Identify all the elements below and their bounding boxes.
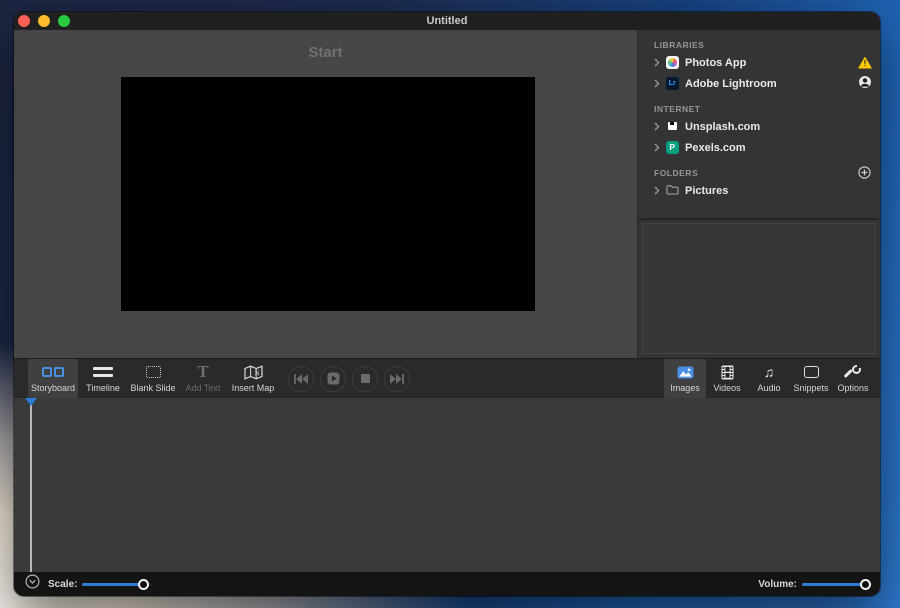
section-label: LIBRARIES [654,40,705,50]
section-header-folders: FOLDERS [638,165,880,181]
item-label: Unsplash.com [685,120,761,133]
app-window: Untitled Start LIBRARIES Photos App ! Lr… [14,12,880,596]
zoom-window-icon[interactable] [58,15,70,27]
snippets-icon [803,364,819,380]
button-label: Images [670,383,700,393]
storyboard-button[interactable]: Storyboard [28,359,78,398]
timeline-icon [93,364,113,380]
scale-slider-knob[interactable] [137,578,149,590]
sidebar-item-pexels[interactable]: P Pexels.com [638,137,880,158]
scale-label: Scale: [48,578,78,590]
audio-icon: ♫ [763,364,775,380]
button-label: Videos [713,383,741,393]
button-label: Storyboard [30,383,76,393]
close-window-icon[interactable] [18,15,30,27]
button-label: Options [837,383,869,393]
images-icon [677,364,694,380]
skip-forward-icon [390,373,404,384]
play-button[interactable] [320,365,346,392]
add-circle-icon[interactable] [858,165,871,181]
section-label: INTERNET [654,104,701,114]
item-label: Photos App [685,56,747,69]
bottom-bar: Scale: Volume: [14,572,880,596]
toolbar: Storyboard Timeline Blank Slide T Add Te… [14,358,880,398]
snippets-tab-button[interactable]: Snippets [790,359,832,398]
photos-app-icon [666,56,679,69]
images-tab-button[interactable]: Images [664,359,706,398]
media-preview-pane [642,223,876,354]
minimize-window-icon[interactable] [38,15,50,27]
add-text-button: T Add Text [178,359,228,398]
add-text-icon: T [197,362,209,381]
play-icon [327,372,339,385]
unsplash-icon [666,120,679,133]
section-header-libraries: LIBRARIES [638,38,880,52]
skip-back-button[interactable] [288,365,314,392]
skip-back-icon [294,373,308,384]
scale-slider[interactable] [82,578,153,590]
item-label: Adobe Lightroom [685,77,777,90]
title-bar: Untitled [14,12,880,30]
section-header-internet: INTERNET [638,102,880,116]
chevron-right-icon[interactable] [652,143,662,152]
options-wrench-icon [843,363,862,380]
storyboard-canvas[interactable] [14,398,880,572]
start-label: Start [308,44,343,61]
stop-icon [360,374,370,383]
chevron-right-icon[interactable] [652,79,662,88]
options-tab-button[interactable]: Options [832,359,874,398]
skip-forward-button[interactable] [384,365,410,392]
window-title: Untitled [426,15,468,27]
audio-tab-button[interactable]: ♫ Audio [748,359,790,398]
sidebar-item-unsplash[interactable]: Unsplash.com [638,116,880,137]
volume-slider-knob[interactable] [860,578,872,590]
account-icon[interactable] [858,75,872,92]
collapse-chevron-icon[interactable] [25,574,40,594]
stop-button[interactable] [352,365,378,392]
insert-map-button[interactable]: N Insert Map [228,359,278,398]
pexels-icon: P [666,141,679,154]
volume-label: Volume: [758,578,797,590]
warning-icon[interactable]: ! [858,56,872,69]
slide-preview-screen[interactable] [121,77,535,311]
item-label: Pictures [685,184,729,197]
sidebar-item-pictures[interactable]: Pictures [638,180,880,201]
folder-icon [666,184,679,197]
storyboard-icon [42,364,64,380]
sidebar-divider[interactable] [638,218,880,220]
timeline-button[interactable]: Timeline [78,359,128,398]
videos-icon [721,364,734,380]
playback-controls [288,359,410,398]
sidebar-item-adobe-lightroom[interactable]: Lr Adobe Lightroom [638,73,880,94]
button-label: Audio [757,383,781,393]
button-label: Insert Map [231,383,275,393]
blank-slide-button[interactable]: Blank Slide [128,359,178,398]
chevron-right-icon[interactable] [652,58,662,67]
videos-tab-button[interactable]: Videos [706,359,748,398]
media-sidebar: LIBRARIES Photos App ! Lr Adobe Lightroo… [637,30,880,358]
playhead-marker-icon[interactable] [24,398,37,406]
traffic-lights [18,15,70,27]
playhead-line[interactable] [30,398,32,572]
blank-slide-icon [145,364,161,380]
button-label: Snippets [793,383,829,393]
button-label: Timeline [86,383,120,393]
svg-text:N: N [254,369,259,377]
lightroom-icon: Lr [666,77,679,90]
volume-slider[interactable] [802,578,872,590]
button-label: Add Text [185,383,221,393]
chevron-right-icon[interactable] [652,122,662,131]
item-label: Pexels.com [685,141,746,154]
preview-stage: Start [14,30,637,358]
section-label: FOLDERS [654,168,699,178]
button-label: Blank Slide [130,383,176,393]
insert-map-icon: N [243,364,263,380]
chevron-right-icon[interactable] [652,186,662,195]
sidebar-item-photos-app[interactable]: Photos App ! [638,52,880,73]
